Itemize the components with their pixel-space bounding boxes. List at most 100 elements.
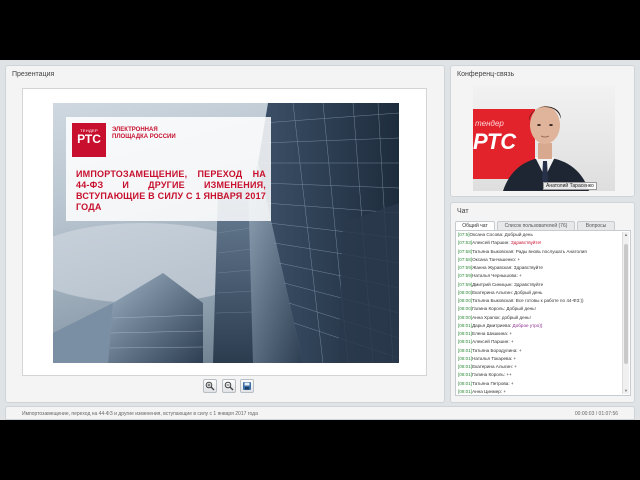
chat-message-time: [07:5] [458,232,470,237]
chat-message: [08:01]Дарья Дмитриева: Доброе утро)) [458,322,623,330]
chat-message-text: + [509,339,514,345]
rts-logo-big: РТС [77,132,101,146]
chat-message-author: Дарья Дмитриева: [472,322,512,328]
chat-message-author: Наталья Токарева: [472,355,513,361]
chat-message-author: Дмитрий Синицын: [472,281,513,287]
chat-message-author: Татьяна Быковская: [472,248,515,254]
chat-message-time: [08:01] [458,347,473,353]
save-icon [243,382,252,390]
chat-message-time: [08:00] [458,289,473,295]
chat-message-text: + [517,273,522,279]
chat-message: [07:59]Дмитрий Синицын: Здравствуйте [458,281,623,289]
scrollbar-thumb[interactable] [624,244,628,364]
scroll-up-icon[interactable]: ▲ [623,232,629,238]
scroll-down-icon[interactable]: ▼ [623,388,629,394]
chat-message-text: Добрый день [512,289,543,295]
chat-message-time: [08:01] [458,322,473,328]
chat-message-text: Рады вновь послушать Анатолия [514,248,587,254]
zoom-out-icon [224,381,234,391]
chat-message: [08:01]Наталья Токарева: + [458,355,623,363]
chat-message: [08:00]Татьяна Быковская: Все готовы к р… [458,297,623,305]
presentation-panel: Презентация ТЕНДЕР РТС ЭЛЕКТРОННАЯ ПЛОЩА… [5,65,445,403]
chat-message-time: [07:59] [458,281,473,287]
chat-message: [07:59]Наталья Чернышова: + [458,272,623,280]
chat-message-author: Татьяна Петрова: [472,380,510,386]
chat-message: [08:01]Татьяна Петрова: + [458,380,623,388]
chat-message: [08:01]Анна Цинмер: + [458,388,623,395]
chat-message-author: Анна Храпок: [472,314,501,320]
chat-message-text: Добрый день! [505,306,536,312]
conference-panel: Конференц-связь тендер РТС Анатолий Тара… [450,65,635,197]
chat-messages: [07:5]Оксана Сосова: Добрый день [07:53]А… [458,231,623,395]
chat-message-text: + [517,347,522,353]
rts-logo: ТЕНДЕР РТС [72,123,106,157]
chat-message-text: Доброе утро)) [511,322,543,328]
chat-message: [08:01]Екатерина Алыгин: + [458,363,623,371]
video-stream[interactable]: тендер РТС Анатолий Тарасенко [473,85,615,191]
presentation-toolbar [203,379,257,393]
chat-message-time: [08:00] [458,314,473,320]
chat-message-time: [08:01] [458,364,473,369]
save-button[interactable] [240,379,255,393]
conference-title: Конференц-связь [457,71,515,78]
chat-message-author: Екатерина Алыгин: [472,289,513,295]
chat-message-author: Жанна Журавская: [472,265,513,270]
zoom-out-button[interactable] [221,379,236,393]
chat-message-text: Здравствуйте [512,265,543,270]
chat-message-time: [08:01] [458,380,473,386]
presentation-title: Презентация [12,71,55,78]
chat-message-time: [08:01] [458,372,473,378]
slide-brand: ЭЛЕКТРОННАЯ ПЛОЩАДКА РОССИИ [112,127,176,140]
chat-message-author: Галина Король: [472,306,506,312]
chat-message-author: Елена Шишкина: [472,331,509,336]
chat-message-time: [07:59] [458,265,473,270]
chat-panel: Чат Общий чат Список пользователей (76) … [450,202,635,403]
chat-message-time: [08:01] [458,388,473,394]
chat-message-text: + [516,256,521,262]
slide-headline: ИМПОРТОЗАМЕЩЕНИЕ, ПЕРЕХОД НА 44-ФЗ И ДРУ… [76,169,266,212]
chat-message-text: + [508,331,513,336]
chat-message-time: [07:53] [458,240,473,246]
chat-message: [08:01]Галина Король: ++ [458,371,623,379]
bottom-bar: Импортозамещение, переход на 44-ФЗ и дру… [5,406,635,420]
chat-message-time: [07:59] [458,273,473,279]
chat-message-author: Оксана Сосова: [469,232,504,237]
chat-message: [07:58]Татьяна Быковская: Рады вновь пос… [458,248,623,256]
chat-message: [08:01]Алексей Паршин: + [458,338,623,346]
chat-message-author: Наталья Чернышова: [472,273,518,279]
speaker-image [503,106,589,191]
chat-message-author: Алексей Паршин: [472,240,510,246]
chat-message-author: Оксана Танчашенко: [472,256,517,262]
chat-message: [07:59]Жанна Журавская: Здравствуйте [458,264,623,272]
chat-message-author: Галина Король: [472,372,506,378]
chat-log[interactable]: [07:5]Оксана Сосова: Добрый день [07:53]А… [455,230,631,396]
chat-message-time: [07:58] [458,248,473,254]
chat-scrollbar[interactable]: ▲ ▼ [622,232,629,394]
chat-message-text: ++ [505,372,512,378]
chat-title: Чат [457,208,469,215]
chat-message-text: добрый день! [500,314,531,320]
chat-message-text: + [512,355,517,361]
chat-message-time: [08:00] [458,298,473,303]
webinar-title: Импортозамещение, переход на 44-ФЗ и дру… [22,411,258,417]
chat-message: [08:01]Татьяна Бородулина: + [458,347,623,355]
chat-message-author: Екатерина Алыгин: [472,364,513,369]
chat-message-author: Анна Цинмер: [472,388,503,394]
chat-message-time: [08:00] [458,306,473,312]
chat-message-author: Алексей Паршин: [472,339,510,345]
chat-message: [08:00]Екатерина Алыгин: Добрый день [458,289,623,297]
speaker-caption: Анатолий Тарасенко [543,182,597,190]
chat-message-time: [07:58] [458,256,473,262]
chat-message: [08:01]Елена Шишкина: + [458,330,623,338]
slide: ТЕНДЕР РТС ЭЛЕКТРОННАЯ ПЛОЩАДКА РОССИИ И… [53,103,399,363]
chat-message-text: + [502,388,507,394]
chat-message-text: Добрый день [503,232,533,237]
chat-message-time: [08:01] [458,331,473,336]
playback-time: 00:00:03 / 01:07:56 [574,411,618,417]
chat-message-text: + [512,364,517,369]
chat-message-time: [08:01] [458,339,473,345]
chat-message: [07:53]Алексей Паршин: Здравствуйте! [458,239,623,247]
zoom-in-button[interactable] [203,379,217,393]
chat-message-text: Здравствуйте [512,281,544,287]
chat-message: [08:00]Галина Король: Добрый день! [458,305,623,313]
